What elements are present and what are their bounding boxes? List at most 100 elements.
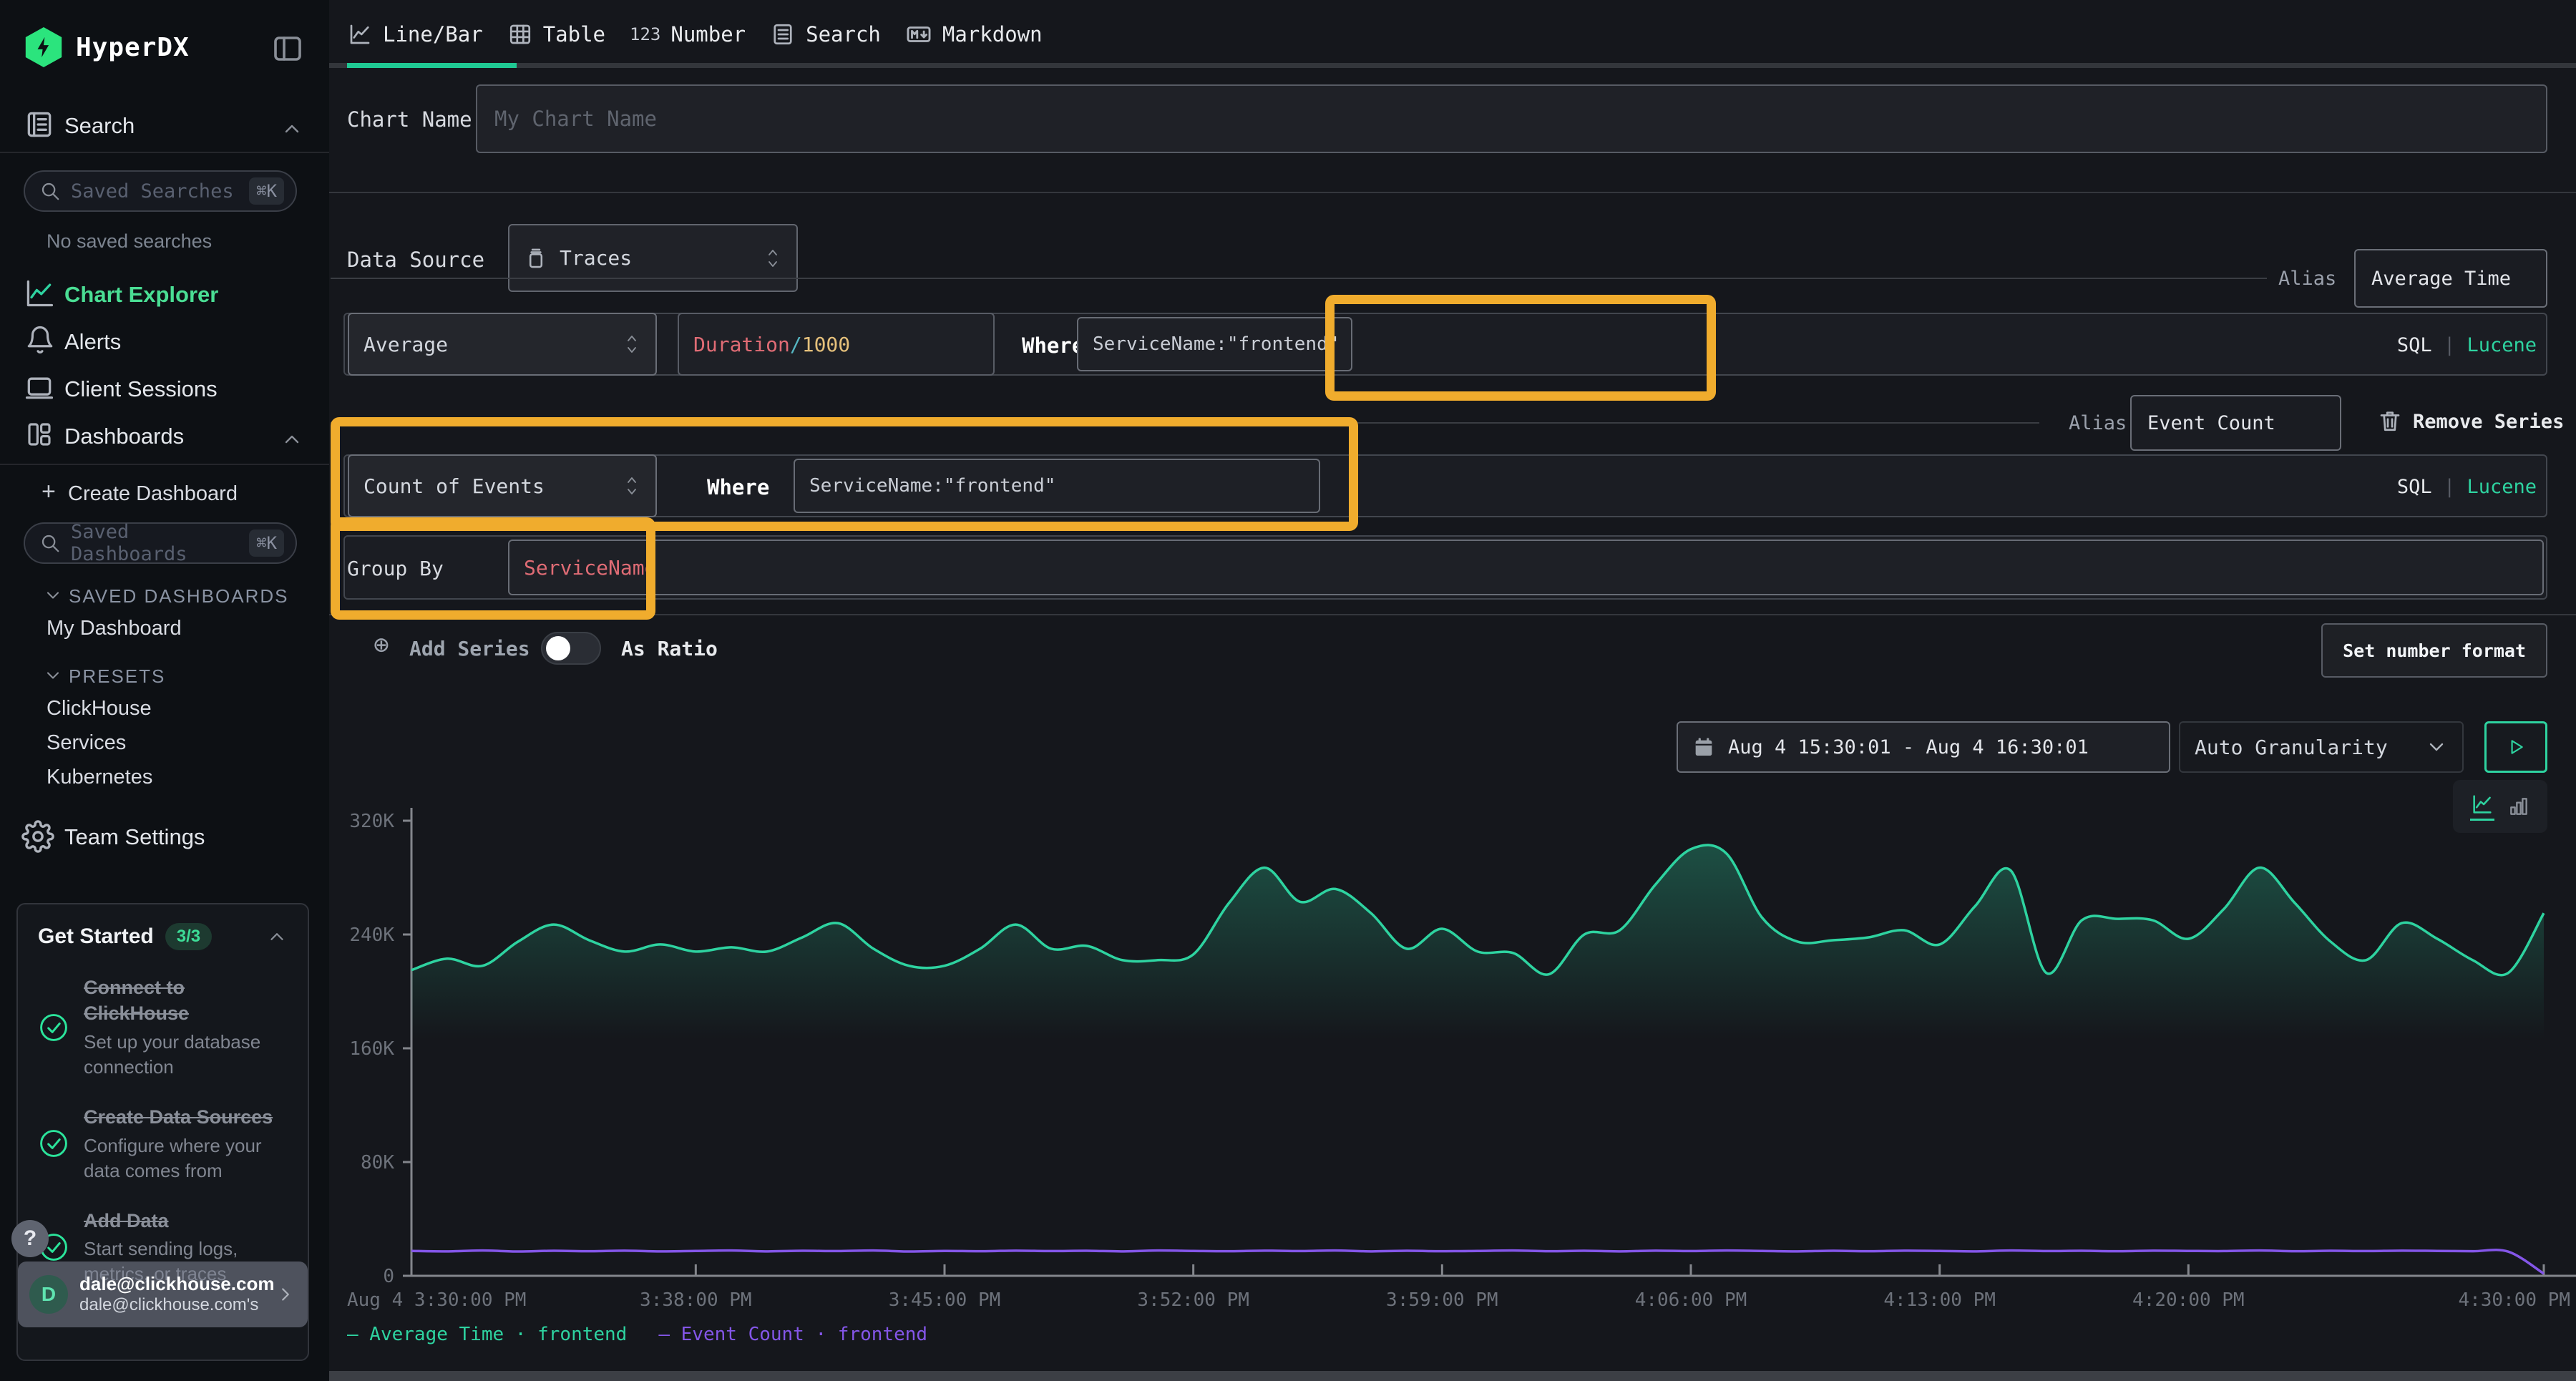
client-sessions-icon bbox=[24, 372, 55, 404]
aggregation-select-2[interactable]: Count of Events bbox=[348, 454, 657, 517]
time-range-input[interactable]: Aug 4 15:30:01 - Aug 4 16:30:01 bbox=[1677, 721, 2170, 773]
series-row-2 bbox=[343, 454, 2547, 517]
search-icon bbox=[39, 180, 61, 202]
get-started-item[interactable]: Connect to ClickHouse Set up your databa… bbox=[38, 975, 288, 1080]
trash-icon[interactable] bbox=[2377, 408, 2403, 434]
svg-text:4:13:00 PM: 4:13:00 PM bbox=[1883, 1289, 1996, 1311]
get-started-item-desc: Configure where your data comes from bbox=[84, 1133, 288, 1184]
sidebar-item-dashboards[interactable]: Dashboards bbox=[64, 424, 184, 449]
collapse-sidebar-icon[interactable] bbox=[270, 31, 305, 66]
tab-active-indicator bbox=[347, 63, 517, 68]
chart-name-input[interactable]: My Chart Name bbox=[476, 84, 2547, 153]
get-started-item[interactable]: Create Data Sources Configure where your… bbox=[38, 1104, 288, 1184]
search-doc-icon bbox=[770, 21, 796, 47]
alias-input-average-time[interactable]: Average Time bbox=[2354, 249, 2547, 308]
saved-searches-placeholder: Saved Searches bbox=[71, 180, 249, 202]
timeseries-chart[interactable]: 080K160K240K320KAug 4 3:30:00 PM3:38:00 … bbox=[329, 798, 2576, 1320]
toggle-knob bbox=[546, 636, 570, 660]
aggregation-select-1[interactable]: Average bbox=[348, 313, 657, 376]
alerts-bell-icon bbox=[25, 325, 55, 355]
svg-text:3:45:00 PM: 3:45:00 PM bbox=[889, 1289, 1001, 1311]
tab-table[interactable]: Table bbox=[507, 0, 630, 68]
run-query-button[interactable] bbox=[2484, 721, 2547, 773]
sidebar-item-client-sessions[interactable]: Client Sessions bbox=[64, 376, 218, 402]
group-by-input[interactable]: ServiceName bbox=[508, 540, 2544, 595]
saved-dashboards-placeholder: Saved Dashboards bbox=[71, 521, 249, 565]
search-icon bbox=[39, 532, 61, 554]
hyperdx-logo-icon bbox=[24, 27, 64, 67]
svg-text:Aug 4 3:30:00 PM: Aug 4 3:30:00 PM bbox=[347, 1289, 526, 1311]
chevron-up-icon[interactable] bbox=[280, 428, 303, 451]
check-circle-icon bbox=[38, 975, 71, 1080]
get-started-item-title: Create Data Sources bbox=[84, 1104, 288, 1130]
sidebar-item-clickhouse[interactable]: ClickHouse bbox=[47, 697, 152, 721]
series-row-1 bbox=[343, 313, 2547, 376]
tab-number[interactable]: 123 Number bbox=[630, 0, 770, 68]
where-label-2: Where bbox=[707, 475, 769, 499]
data-source-label: Data Source bbox=[347, 248, 484, 272]
create-dashboard-button[interactable]: Create Dashboard bbox=[68, 482, 238, 506]
chevron-up-icon[interactable] bbox=[266, 926, 288, 947]
field-expression-input[interactable]: Duration/1000 bbox=[678, 313, 995, 376]
tab-markdown[interactable]: Markdown bbox=[905, 0, 1067, 68]
saved-dashboards-input[interactable]: Saved Dashboards ⌘K bbox=[24, 522, 297, 564]
legend-item[interactable]: — Average Time · frontend bbox=[347, 1324, 627, 1345]
data-source-select[interactable]: Traces bbox=[508, 224, 798, 292]
calendar-icon bbox=[1692, 736, 1715, 758]
divider bbox=[329, 192, 2576, 193]
sidebar-item-my-dashboard[interactable]: My Dashboard bbox=[47, 617, 182, 640]
sql-option[interactable]: SQL bbox=[2397, 476, 2432, 498]
add-series-button[interactable]: Add Series bbox=[409, 637, 530, 660]
svg-text:4:30:00 PM: 4:30:00 PM bbox=[2458, 1289, 2570, 1311]
tab-search[interactable]: Search bbox=[770, 0, 905, 68]
dashboards-icon bbox=[24, 419, 54, 449]
as-ratio-toggle[interactable] bbox=[541, 632, 601, 665]
saved-dashboards-header[interactable]: SAVED DASHBOARDS bbox=[69, 585, 288, 607]
chevron-up-icon[interactable] bbox=[280, 117, 303, 140]
lucene-option[interactable]: Lucene bbox=[2467, 334, 2537, 356]
sidebar-item-kubernetes[interactable]: Kubernetes bbox=[47, 766, 152, 789]
svg-text:160K: 160K bbox=[349, 1038, 394, 1060]
where-label-1: Where bbox=[1022, 333, 1084, 358]
svg-text:320K: 320K bbox=[349, 811, 394, 832]
granularity-value: Auto Granularity bbox=[2195, 736, 2414, 759]
tab-line-bar[interactable]: Line/Bar bbox=[347, 0, 507, 68]
granularity-select[interactable]: Auto Granularity bbox=[2179, 721, 2464, 773]
group-by-label: Group By bbox=[347, 557, 444, 580]
presets-header[interactable]: PRESETS bbox=[69, 665, 165, 688]
horizontal-scrollbar[interactable] bbox=[329, 1371, 2576, 1381]
legend-item[interactable]: — Event Count · frontend bbox=[658, 1324, 927, 1345]
get-started-item-title: Add Data bbox=[84, 1208, 288, 1234]
table-icon bbox=[507, 21, 533, 47]
no-saved-searches-text: No saved searches bbox=[47, 230, 212, 253]
saved-searches-input[interactable]: Saved Searches ⌘K bbox=[24, 170, 297, 212]
chevron-down-icon[interactable] bbox=[43, 665, 63, 685]
check-circle-icon bbox=[38, 1104, 71, 1184]
select-chevrons-icon bbox=[763, 246, 782, 270]
sidebar-item-alerts[interactable]: Alerts bbox=[64, 329, 121, 355]
gear-icon bbox=[21, 820, 54, 853]
avatar: D bbox=[29, 1275, 68, 1314]
sidebar-item-team-settings[interactable]: Team Settings bbox=[64, 824, 205, 850]
alias-input-event-count[interactable]: Event Count bbox=[2130, 395, 2341, 451]
remove-series-button[interactable]: Remove Series bbox=[2413, 411, 2564, 433]
lucene-option[interactable]: Lucene bbox=[2467, 476, 2537, 498]
tab-track bbox=[329, 63, 2576, 68]
chart-explorer-icon bbox=[24, 278, 55, 309]
set-number-format-button[interactable]: Set number format bbox=[2321, 623, 2547, 678]
chevron-down-icon[interactable] bbox=[43, 585, 63, 605]
time-range-value: Aug 4 15:30:01 - Aug 4 16:30:01 bbox=[1728, 736, 2089, 758]
sidebar-item-services[interactable]: Services bbox=[47, 731, 126, 755]
user-menu[interactable]: D dale@clickhouse.com dale@clickhouse.co… bbox=[18, 1262, 308, 1327]
sidebar-item-search[interactable]: Search bbox=[64, 113, 135, 139]
sidebar-item-chart-explorer[interactable]: Chart Explorer bbox=[64, 282, 218, 308]
chart-legend[interactable]: — Average Time · frontend — Event Count ·… bbox=[347, 1324, 927, 1345]
where-input-1[interactable]: ServiceName:"frontend" bbox=[1077, 317, 1352, 371]
help-button[interactable]: ? bbox=[11, 1220, 49, 1257]
shortcut-badge: ⌘K bbox=[249, 530, 284, 557]
aggregation-value: Average bbox=[364, 333, 611, 356]
where-input-2[interactable]: ServiceName:"frontend" bbox=[794, 459, 1320, 513]
alias-label: Alias bbox=[2069, 412, 2127, 434]
sql-option[interactable]: SQL bbox=[2397, 334, 2432, 356]
as-ratio-label: As Ratio bbox=[621, 637, 718, 660]
